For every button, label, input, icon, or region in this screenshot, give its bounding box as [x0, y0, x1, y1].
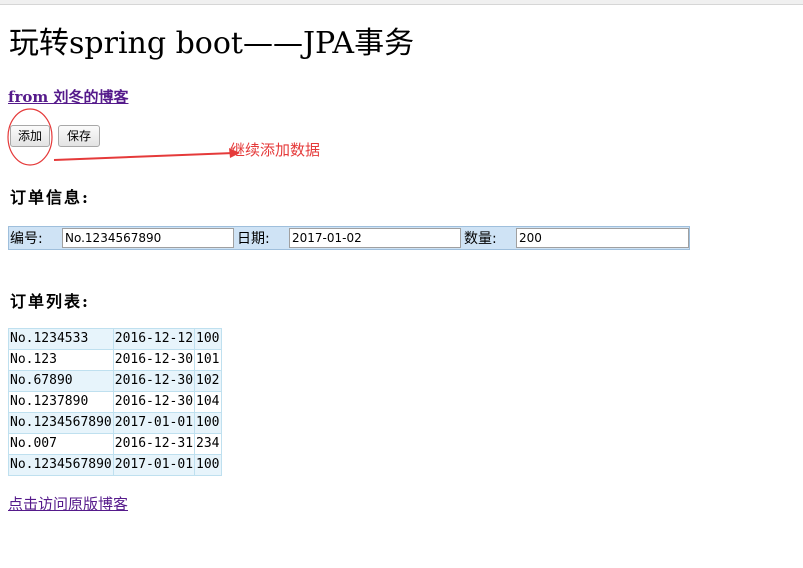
order-number-cell: No.123	[8, 349, 114, 371]
annotation-text: 继续添加数据	[230, 141, 321, 159]
order-number-cell: No.67890	[8, 370, 114, 392]
order-table: No.1234533 2016-12-12 100 No.123 2016-12…	[8, 328, 222, 476]
order-number-cell: No.1234533	[8, 328, 114, 350]
table-row: No.67890 2016-12-30 102	[8, 370, 222, 392]
quantity-label: 数量:	[464, 231, 497, 247]
order-quantity-cell: 101	[194, 349, 222, 371]
order-date-cell: 2016-12-31	[112, 433, 196, 455]
table-row: No.123 2016-12-30 101	[8, 349, 222, 371]
order-list-heading: 订单列表:	[10, 292, 90, 311]
date-input[interactable]	[289, 228, 461, 248]
order-date-cell: 2017-01-01	[112, 454, 196, 476]
number-label: 编号:	[10, 231, 43, 247]
number-input[interactable]	[62, 228, 234, 248]
order-number-cell: No.1237890	[8, 391, 114, 413]
order-quantity-cell: 104	[194, 391, 222, 413]
table-row: No.1234567890 2017-01-01 100	[8, 454, 222, 476]
add-button[interactable]: 添加	[10, 125, 50, 147]
order-quantity-cell: 234	[194, 433, 222, 455]
visit-original-blog-link[interactable]: 点击访问原版博客	[8, 493, 128, 514]
save-button[interactable]: 保存	[58, 125, 100, 147]
order-number-cell: No.007	[8, 433, 114, 455]
table-row: No.007 2016-12-31 234	[8, 433, 222, 455]
order-date-cell: 2017-01-01	[112, 412, 196, 434]
order-date-cell: 2016-12-30	[112, 349, 196, 371]
quantity-input[interactable]	[516, 228, 689, 248]
order-quantity-cell: 102	[194, 370, 222, 392]
order-date-cell: 2016-12-12	[112, 328, 196, 350]
table-row: No.1234533 2016-12-12 100	[8, 328, 222, 350]
browser-top-edge	[0, 0, 803, 5]
date-label: 日期:	[237, 231, 270, 247]
order-date-cell: 2016-12-30	[112, 370, 196, 392]
order-number-cell: No.1234567890	[8, 412, 114, 434]
page-title: 玩转spring boot——JPA事务	[9, 26, 415, 61]
from-blog-link[interactable]: from 刘冬的博客	[8, 86, 128, 107]
table-row: No.1234567890 2017-01-01 100	[8, 412, 222, 434]
order-info-heading: 订单信息:	[10, 188, 90, 207]
table-row: No.1237890 2016-12-30 104	[8, 391, 222, 413]
order-date-cell: 2016-12-30	[112, 391, 196, 413]
order-quantity-cell: 100	[194, 412, 222, 434]
order-quantity-cell: 100	[194, 454, 222, 476]
order-form: 编号: 日期: 数量:	[8, 226, 690, 250]
order-quantity-cell: 100	[194, 328, 222, 350]
annotation-arrow-line	[53, 152, 235, 161]
order-number-cell: No.1234567890	[8, 454, 114, 476]
